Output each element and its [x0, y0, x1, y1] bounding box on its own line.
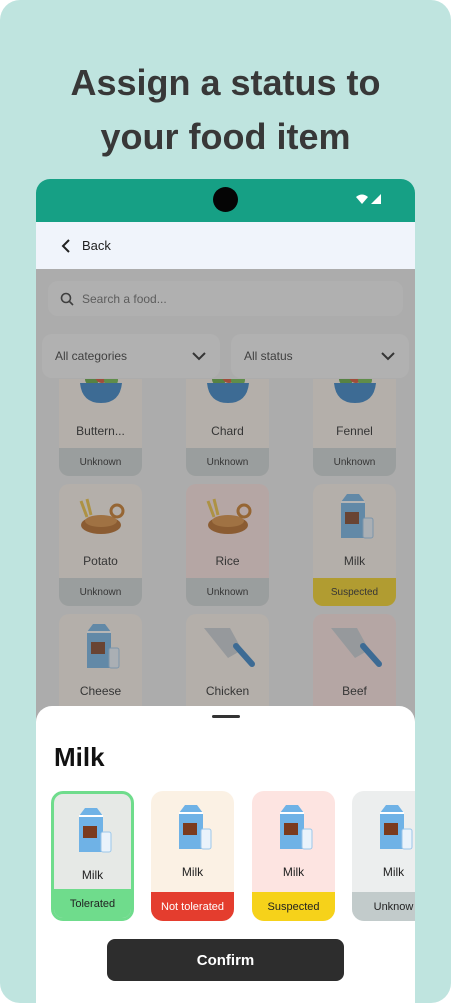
- signal-icon: [371, 194, 381, 204]
- milk-carton-icon: [54, 806, 131, 864]
- status-option-unknown[interactable]: Milk Unknow: [352, 791, 415, 921]
- status-option-suspected[interactable]: Milk Suspected: [252, 791, 335, 921]
- option-status-badge: Suspected: [252, 892, 335, 921]
- promo-background: Assign a status to your food item Back S…: [0, 0, 451, 1003]
- milk-carton-icon: [352, 803, 415, 861]
- back-button[interactable]: Back: [60, 238, 111, 254]
- status-bottom-sheet: Milk Milk Tolerated Milk Not tolerated M…: [36, 706, 415, 1003]
- milk-carton-icon: [151, 803, 234, 861]
- headline: Assign a status to your food item: [0, 56, 451, 164]
- chevron-left-icon: [61, 238, 70, 253]
- option-food-name: Milk: [181, 865, 204, 879]
- sheet-title: Milk: [54, 742, 105, 772]
- status-option-tolerated[interactable]: Milk Tolerated: [51, 791, 134, 921]
- sheet-handle[interactable]: [212, 715, 240, 718]
- headline-line-1: Assign a status to: [70, 62, 381, 103]
- confirm-button[interactable]: Confirm: [107, 939, 344, 981]
- option-food-name: Milk: [81, 868, 104, 882]
- status-bar: [36, 179, 415, 222]
- option-food-name: Milk: [282, 865, 305, 879]
- back-label: Back: [82, 238, 111, 253]
- milk-carton-icon: [252, 803, 335, 861]
- option-status-badge: Unknow: [352, 892, 415, 921]
- option-food-name: Milk: [382, 865, 405, 879]
- app-bar: Back: [36, 222, 415, 269]
- option-status-badge: Not tolerated: [151, 892, 234, 921]
- status-option-not-tolerated[interactable]: Milk Not tolerated: [151, 791, 234, 921]
- phone-screen: Back Search a food... All categories All…: [36, 179, 415, 1003]
- option-status-badge: Tolerated: [54, 889, 131, 918]
- wifi-icon: [356, 194, 368, 204]
- system-icons: [356, 194, 381, 204]
- headline-line-2: your food item: [100, 116, 351, 157]
- camera-cutout: [213, 187, 238, 212]
